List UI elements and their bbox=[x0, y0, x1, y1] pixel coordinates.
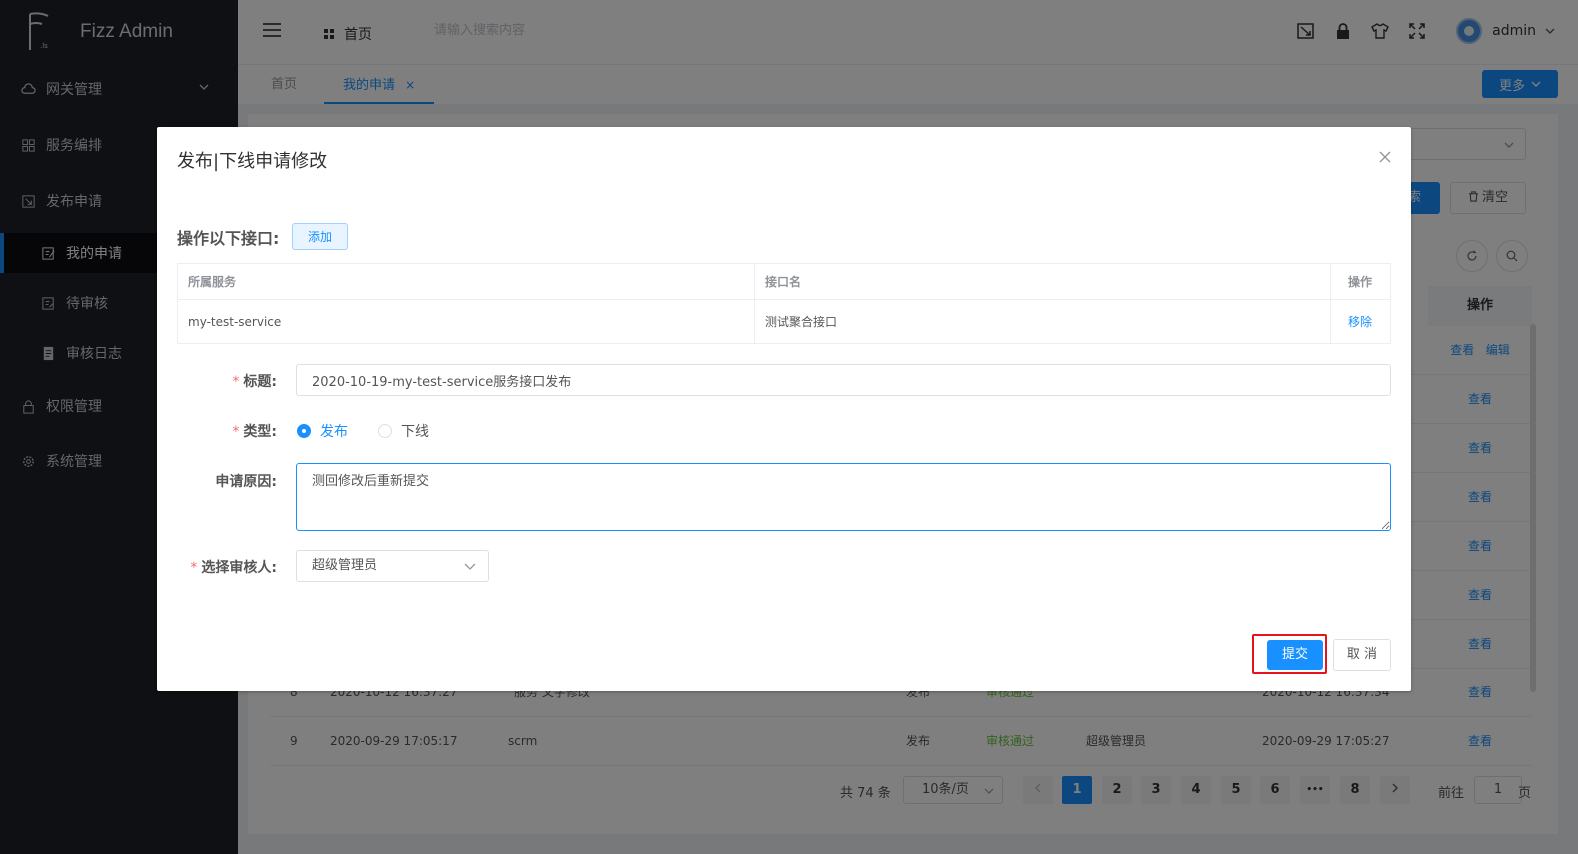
radio-label: 发布 bbox=[320, 424, 348, 440]
type-label: * 类型: bbox=[232, 421, 277, 441]
cancel-button[interactable]: 取 消 bbox=[1333, 639, 1391, 671]
title-input[interactable] bbox=[296, 364, 1391, 396]
reviewer-value: 超级管理员 bbox=[312, 558, 378, 573]
column-header: 接口名 bbox=[755, 264, 1331, 300]
title-label: * 标题: bbox=[232, 371, 277, 391]
row-service-cell: my-test-service bbox=[178, 300, 755, 344]
radio-dot bbox=[297, 424, 311, 438]
reviewer-select[interactable]: 超级管理员 bbox=[296, 550, 489, 582]
interfaces-table: 所属服务 接口名 操作 my-test-service 测试聚合接口 移除 bbox=[177, 263, 1391, 344]
radio-dot bbox=[378, 424, 392, 438]
chevron-down-icon bbox=[464, 563, 476, 570]
column-header: 所属服务 bbox=[178, 264, 755, 300]
type-radio-group: 发布 下线 bbox=[297, 421, 459, 441]
reviewer-label: * 选择审核人: bbox=[190, 557, 277, 577]
close-icon[interactable] bbox=[1379, 151, 1391, 163]
dialog-title: 发布|下线申请修改 bbox=[177, 151, 328, 172]
interfaces-section-label: 操作以下接口: bbox=[177, 229, 280, 248]
radio-offline[interactable]: 下线 bbox=[378, 421, 429, 441]
reason-textarea[interactable]: 测回修改后重新提交 bbox=[296, 463, 1391, 531]
remove-link[interactable]: 移除 bbox=[1331, 300, 1390, 344]
column-header: 操作 bbox=[1331, 264, 1390, 300]
edit-application-dialog: 发布|下线申请修改 操作以下接口: 添加 所属服务 接口名 操作 my-test… bbox=[157, 127, 1411, 691]
row-api-cell: 测试聚合接口 bbox=[755, 300, 1331, 344]
add-interface-button[interactable]: 添加 bbox=[292, 223, 348, 250]
radio-publish[interactable]: 发布 bbox=[297, 421, 348, 441]
title-label-text: 标题: bbox=[243, 374, 277, 390]
submit-button[interactable]: 提交 bbox=[1267, 640, 1323, 670]
type-label-text: 类型: bbox=[243, 424, 277, 440]
required-mark: * bbox=[232, 424, 240, 440]
reason-label: 申请原因: bbox=[215, 474, 277, 490]
radio-label: 下线 bbox=[401, 424, 429, 440]
required-mark: * bbox=[190, 560, 198, 576]
required-mark: * bbox=[232, 374, 240, 390]
reviewer-label-text: 选择审核人: bbox=[201, 560, 277, 576]
